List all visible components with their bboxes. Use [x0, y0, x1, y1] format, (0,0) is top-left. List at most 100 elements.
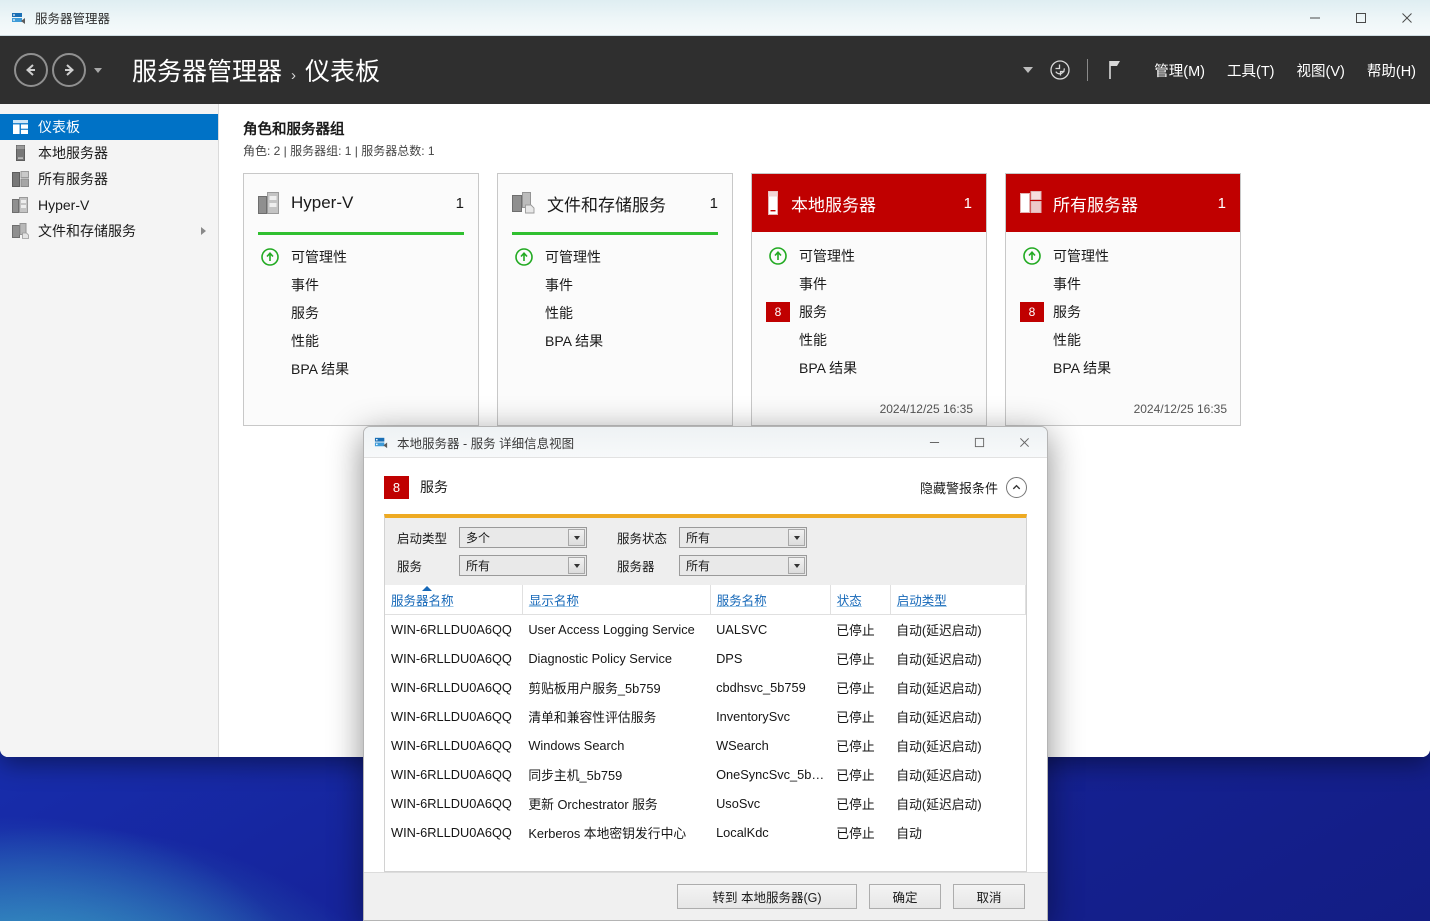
- sidebar-item-local-server[interactable]: 本地服务器: [0, 140, 218, 166]
- dialog-minimize-button[interactable]: [912, 427, 957, 458]
- table-row[interactable]: WIN-6RLLDU0A6QQ Windows Search WSearch 已…: [385, 731, 1026, 760]
- chevron-down-icon[interactable]: [788, 557, 805, 574]
- tile-header: 所有服务器 1: [1006, 174, 1240, 232]
- server-filter[interactable]: 所有: [679, 555, 807, 576]
- tile-row-bpa[interactable]: BPA 结果: [752, 354, 986, 382]
- tile-row-events[interactable]: 事件: [752, 270, 986, 298]
- chevron-down-icon[interactable]: [1023, 67, 1034, 73]
- tile-row-manageability[interactable]: 可管理性: [752, 242, 986, 270]
- maximize-button[interactable]: [1338, 0, 1384, 36]
- tile-row-manageability[interactable]: 可管理性: [1006, 242, 1240, 270]
- tile-row-manageability[interactable]: 可管理性: [498, 243, 732, 271]
- tile-count: 1: [455, 194, 464, 212]
- sidebar-item-hyperv[interactable]: Hyper-V: [0, 192, 218, 218]
- tile-row-bpa[interactable]: BPA 结果: [1006, 354, 1240, 382]
- window-titlebar[interactable]: 服务器管理器: [0, 0, 1430, 36]
- tile-row-bpa[interactable]: BPA 结果: [244, 355, 478, 383]
- service-filter-value: 所有: [466, 559, 491, 573]
- tile-row-label: 事件: [545, 277, 573, 293]
- services-table-container[interactable]: 服务器名称 显示名称 服务名称 状态 启动类型 WIN-6RLLDU0A6QQ …: [384, 585, 1027, 872]
- dialog-maximize-button[interactable]: [957, 427, 1002, 458]
- tile-rows: 可管理性 事件 8 服务 性能 BPA 结果: [752, 232, 986, 382]
- table-row[interactable]: WIN-6RLLDU0A6QQ Kerberos 本地密钥发行中心 LocalK…: [385, 818, 1026, 847]
- column-header-startup-type[interactable]: 启动类型: [890, 585, 1026, 615]
- notifications-flag-icon[interactable]: [1098, 53, 1132, 87]
- service-filter[interactable]: 所有: [459, 555, 587, 576]
- service-status-filter[interactable]: 所有: [679, 527, 807, 548]
- tile-row-label: 可管理性: [545, 249, 601, 265]
- cell-startup-type: 自动(延迟启动): [896, 710, 982, 725]
- tile-row-bpa[interactable]: BPA 结果: [498, 327, 732, 355]
- cell-status: 已停止: [836, 652, 875, 667]
- tile-all-servers[interactable]: 所有服务器 1 可管理性 事件 8 服务 性能 BPA 结果 2024/12/2…: [1005, 173, 1241, 426]
- tile-name: 所有服务器: [1053, 195, 1138, 215]
- menu-view[interactable]: 视图(V): [1297, 60, 1345, 81]
- tile-row-performance[interactable]: 性能: [498, 299, 732, 327]
- dialog-close-button[interactable]: [1002, 427, 1047, 458]
- chevron-down-icon[interactable]: [568, 557, 585, 574]
- sidebar-item-file-storage[interactable]: 文件和存储服务: [0, 218, 218, 244]
- column-header-server-name[interactable]: 服务器名称: [385, 585, 523, 615]
- local-server-icon: [10, 145, 30, 161]
- tile-row-performance[interactable]: 性能: [244, 327, 478, 355]
- dialog-footer: 转到 本地服务器(G) 确定 取消: [364, 872, 1047, 920]
- cell-status: 已停止: [836, 681, 875, 696]
- tile-row-manageability[interactable]: 可管理性: [244, 243, 478, 271]
- tile-row-performance[interactable]: 性能: [752, 326, 986, 354]
- chevron-right-icon[interactable]: [201, 227, 206, 235]
- table-row[interactable]: WIN-6RLLDU0A6QQ User Access Logging Serv…: [385, 615, 1026, 645]
- role-tiles: Hyper-V 1 可管理性 事件 服务 性能 BPA 结果 文件和存储服务 1…: [243, 173, 1410, 426]
- tile-row-events[interactable]: 事件: [244, 271, 478, 299]
- cell-status: 已停止: [836, 739, 875, 754]
- refresh-icon[interactable]: [1043, 53, 1077, 87]
- cancel-button[interactable]: 取消: [953, 884, 1025, 909]
- section-title: 服务: [420, 479, 448, 495]
- table-row[interactable]: WIN-6RLLDU0A6QQ 同步主机_5b759 OneSyncSvc_5b…: [385, 760, 1026, 789]
- menu-manage[interactable]: 管理(M): [1154, 60, 1205, 81]
- tile-local-server[interactable]: 本地服务器 1 可管理性 事件 8 服务 性能 BPA 结果 2024/12/2…: [751, 173, 987, 426]
- tile-hyperv[interactable]: Hyper-V 1 可管理性 事件 服务 性能 BPA 结果: [243, 173, 479, 426]
- tile-row-performance[interactable]: 性能: [1006, 326, 1240, 354]
- status-ok-icon: [512, 248, 536, 266]
- table-row[interactable]: WIN-6RLLDU0A6QQ 清单和兼容性评估服务 InventorySvc …: [385, 702, 1026, 731]
- table-row[interactable]: WIN-6RLLDU0A6QQ Diagnostic Policy Servic…: [385, 644, 1026, 673]
- sidebar-item-dashboard[interactable]: 仪表板: [0, 114, 218, 140]
- local-server-icon: [766, 191, 780, 215]
- table-row[interactable]: WIN-6RLLDU0A6QQ 更新 Orchestrator 服务 UsoSv…: [385, 789, 1026, 818]
- chevron-down-icon[interactable]: [94, 67, 102, 73]
- tile-row-services[interactable]: 8 服务: [1006, 298, 1240, 326]
- tile-file-storage[interactable]: 文件和存储服务 1 可管理性 事件 性能 BPA 结果: [497, 173, 733, 426]
- server-manager-icon: [11, 10, 27, 26]
- status-ok-icon: [766, 247, 790, 265]
- breadcrumb-root[interactable]: 服务器管理器: [132, 52, 282, 88]
- menu-tools[interactable]: 工具(T): [1227, 60, 1275, 81]
- startup-type-filter-value: 多个: [466, 531, 491, 545]
- chevron-down-icon[interactable]: [788, 529, 805, 546]
- column-header-service-name[interactable]: 服务名称: [710, 585, 831, 615]
- go-to-local-server-button[interactable]: 转到 本地服务器(G): [677, 884, 857, 909]
- chevron-up-icon[interactable]: [1006, 476, 1027, 498]
- chevron-down-icon[interactable]: [568, 529, 585, 546]
- column-header-display-name[interactable]: 显示名称: [522, 585, 711, 615]
- back-button[interactable]: [14, 53, 48, 87]
- close-button[interactable]: [1384, 0, 1430, 36]
- sidebar-item-all-servers[interactable]: 所有服务器: [0, 166, 218, 192]
- minimize-button[interactable]: [1292, 0, 1338, 36]
- hide-alert-criteria-toggle[interactable]: 隐藏警报条件: [920, 476, 1027, 498]
- tile-row-events[interactable]: 事件: [1006, 270, 1240, 298]
- cell-server-name: WIN-6RLLDU0A6QQ: [391, 709, 512, 724]
- service-status-filter-label: 服务状态: [617, 532, 668, 546]
- forward-button[interactable]: [52, 53, 86, 87]
- header-toolbar: 管理(M) 工具(T) 视图(V) 帮助(H): [1023, 36, 1416, 104]
- tile-count: 1: [709, 194, 718, 212]
- dialog-titlebar[interactable]: 本地服务器 - 服务 详细信息视图: [364, 427, 1047, 458]
- tile-row-events[interactable]: 事件: [498, 271, 732, 299]
- tile-row-services[interactable]: 8 服务: [752, 298, 986, 326]
- table-row[interactable]: WIN-6RLLDU0A6QQ 剪贴板用户服务_5b759 cbdhsvc_5b…: [385, 673, 1026, 702]
- startup-type-filter[interactable]: 多个: [459, 527, 587, 548]
- ok-button[interactable]: 确定: [869, 884, 941, 909]
- cell-display-name: 剪贴板用户服务_5b759: [528, 681, 661, 696]
- tile-row-services[interactable]: 服务: [244, 299, 478, 327]
- column-header-status[interactable]: 状态: [830, 585, 891, 615]
- menu-help[interactable]: 帮助(H): [1367, 60, 1416, 81]
